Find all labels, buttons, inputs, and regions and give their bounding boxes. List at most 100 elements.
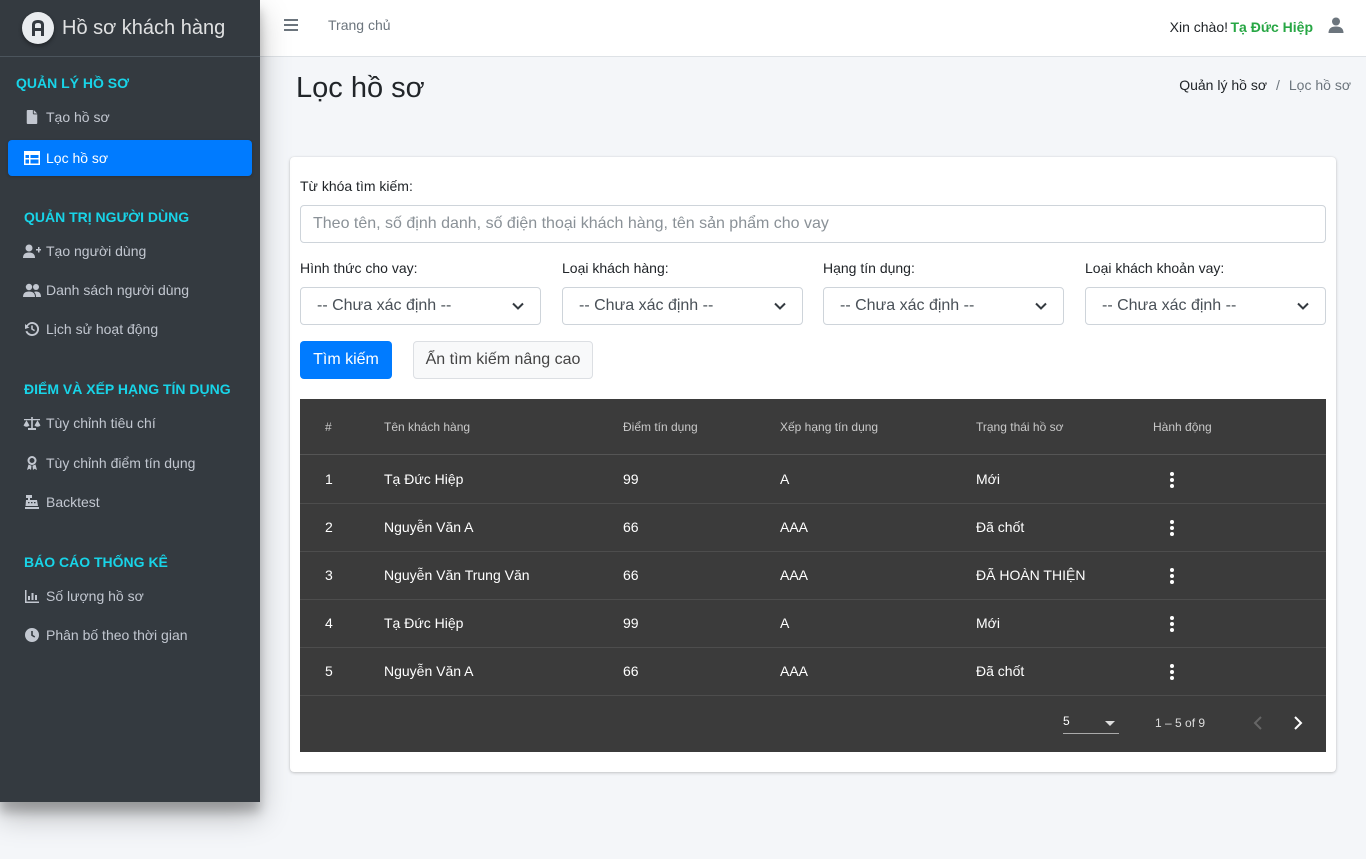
more-actions-icon[interactable] xyxy=(1162,518,1182,538)
loan-type-select[interactable]: -- Chưa xác định -- xyxy=(300,287,541,325)
more-actions-icon[interactable] xyxy=(1162,614,1182,634)
column-header-credit-rank[interactable]: Xếp hạng tín dụng xyxy=(780,420,878,434)
bar-chart-icon xyxy=(23,589,41,603)
table-row[interactable]: 2 Nguyễn Văn A 66 AAA Đã chốt xyxy=(300,504,1326,552)
sidebar-item-user-list[interactable]: Danh sách người dùng xyxy=(8,272,252,308)
cell-customer-name: Nguyễn Văn A xyxy=(384,663,474,679)
page-size-value: 5 xyxy=(1063,714,1070,728)
page-title: Lọc hồ sơ xyxy=(296,72,425,104)
sidebar-item-customize-criteria[interactable]: Tùy chỉnh tiêu chí xyxy=(8,405,252,441)
table-row[interactable]: 1 Tạ Đức Hiệp 99 A Mới xyxy=(300,456,1326,504)
brand[interactable]: Hồ sơ khách hàng xyxy=(0,0,260,57)
column-header-profile-status[interactable]: Trạng thái hồ sơ xyxy=(976,420,1063,434)
page-size-select[interactable]: 5 xyxy=(1063,714,1119,734)
cell-customer-name: Tạ Đức Hiệp xyxy=(384,471,464,487)
sidebar-item-backtest[interactable]: Backtest xyxy=(8,484,252,520)
chevron-left-icon xyxy=(1253,716,1262,730)
breadcrumb-parent-link[interactable]: Quản lý hồ sơ xyxy=(1179,77,1267,93)
toggle-advanced-search-button[interactable]: Ẩn tìm kiếm nâng cao xyxy=(413,341,593,379)
sidebar-item-customize-credit-score[interactable]: Tùy chỉnh điểm tín dụng xyxy=(8,445,252,481)
cell-credit-rank: A xyxy=(780,471,790,487)
brand-title: Hồ sơ khách hàng xyxy=(62,16,226,39)
sidebar-item-filter-profiles[interactable]: Lọc hồ sơ xyxy=(8,140,252,176)
cell-index: 3 xyxy=(325,567,333,583)
chevron-down-icon xyxy=(1297,302,1309,310)
breadcrumb-separator: / xyxy=(1276,77,1280,93)
table-header: # Tên khách hàng Điểm tín dụng Xếp hạng … xyxy=(300,399,1326,455)
sidebar-item-create-user[interactable]: Tạo người dùng xyxy=(8,233,252,269)
filter-card: Từ khóa tìm kiếm: Hình thức cho vay: Loạ… xyxy=(290,157,1336,772)
page-range-label: 1 – 5 of 9 xyxy=(1155,716,1206,730)
cell-credit-rank: A xyxy=(780,615,790,631)
loan-customer-type-label: Loại khách khoản vay: xyxy=(1085,260,1225,276)
history-icon xyxy=(23,322,41,336)
sidebar-item-create-profile[interactable]: Tạo hồ sơ xyxy=(8,99,252,135)
home-link[interactable]: Trang chủ xyxy=(328,17,391,33)
results-table: # Tên khách hàng Điểm tín dụng Xếp hạng … xyxy=(300,399,1326,752)
search-button[interactable]: Tìm kiếm xyxy=(300,341,392,379)
select-value: -- Chưa xác định -- xyxy=(840,297,975,314)
select-value: -- Chưa xác định -- xyxy=(579,297,714,314)
table-row[interactable]: 5 Nguyễn Văn A 66 AAA Đã chốt xyxy=(300,648,1326,696)
previous-page-button[interactable] xyxy=(1248,712,1268,734)
nav-header-user-admin: QUẢN TRỊ NGƯỜI DÙNG xyxy=(24,209,190,225)
user-icon[interactable] xyxy=(1328,17,1344,33)
sidebar-item-label: Tạo người dùng xyxy=(46,243,147,259)
loan-type-label: Hình thức cho vay: xyxy=(300,260,418,276)
keyword-search-input[interactable] xyxy=(300,205,1326,243)
sidebar-item-label: Tạo hồ sơ xyxy=(46,109,110,125)
chevron-right-icon xyxy=(1294,716,1303,730)
select-value: -- Chưa xác định -- xyxy=(1102,297,1237,314)
cell-index: 2 xyxy=(325,519,333,535)
next-page-button[interactable] xyxy=(1288,712,1308,734)
hamburger-menu-icon[interactable] xyxy=(284,19,298,31)
column-header-credit-score[interactable]: Điểm tín dụng xyxy=(623,420,698,434)
credit-rank-select[interactable]: -- Chưa xác định -- xyxy=(823,287,1064,325)
cell-credit-score: 66 xyxy=(623,567,639,583)
table-row[interactable]: 3 Nguyễn Văn Trung Văn 66 AAA ĐÃ HOÀN TH… xyxy=(300,552,1326,600)
sidebar-item-profile-count[interactable]: Số lượng hồ sơ xyxy=(8,578,252,614)
username-link[interactable]: Tạ Đức Hiệp xyxy=(1231,19,1314,35)
sidebar-item-label: Lịch sử hoạt động xyxy=(46,321,159,337)
cell-credit-rank: AAA xyxy=(780,519,809,535)
cell-profile-status: Đã chốt xyxy=(976,519,1025,535)
greeting-text: Xin chào! xyxy=(1169,19,1228,35)
table-row[interactable]: 4 Tạ Đức Hiệp 99 A Mới xyxy=(300,600,1326,648)
topbar: Trang chủ Xin chào! Tạ Đức Hiệp xyxy=(260,0,1366,57)
cell-customer-name: Nguyễn Văn Trung Văn xyxy=(384,567,530,583)
customer-type-select[interactable]: -- Chưa xác định -- xyxy=(562,287,803,325)
column-header-actions: Hành động xyxy=(1153,420,1212,434)
sidebar-item-label: Lọc hồ sơ xyxy=(46,150,109,166)
sidebar-item-label: Phân bố theo thời gian xyxy=(46,627,188,643)
nav-header-reports: BÁO CÁO THỐNG KÊ xyxy=(24,554,168,570)
cell-credit-score: 66 xyxy=(623,519,639,535)
more-actions-icon[interactable] xyxy=(1162,566,1182,586)
sidebar-item-time-distribution[interactable]: Phân bố theo thời gian xyxy=(8,617,252,653)
cell-credit-score: 99 xyxy=(623,471,639,487)
column-header-index[interactable]: # xyxy=(325,420,332,434)
users-icon xyxy=(23,283,41,297)
cell-customer-name: Nguyễn Văn A xyxy=(384,519,474,535)
sidebar-item-activity-history[interactable]: Lịch sử hoạt động xyxy=(8,311,252,347)
sidebar-item-label: Backtest xyxy=(46,494,100,510)
chevron-down-icon xyxy=(774,302,786,310)
user-plus-icon xyxy=(23,244,41,258)
more-actions-icon[interactable] xyxy=(1162,662,1182,682)
sidebar-item-label: Tùy chỉnh điểm tín dụng xyxy=(46,455,196,471)
paginator: 5 1 – 5 of 9 xyxy=(300,696,1326,752)
cell-index: 4 xyxy=(325,615,333,631)
clock-icon xyxy=(23,628,41,642)
file-icon xyxy=(23,110,41,124)
cell-credit-rank: AAA xyxy=(780,663,809,679)
chevron-down-icon xyxy=(1035,302,1047,310)
column-header-customer-name[interactable]: Tên khách hàng xyxy=(384,420,470,434)
loan-customer-type-select[interactable]: -- Chưa xác định -- xyxy=(1085,287,1326,325)
chevron-down-icon xyxy=(512,302,524,310)
cash-register-icon xyxy=(23,495,41,509)
cell-profile-status: Mới xyxy=(976,615,1000,631)
dropdown-arrow-icon xyxy=(1105,721,1115,726)
more-actions-icon[interactable] xyxy=(1162,470,1182,490)
sidebar-item-label: Danh sách người dùng xyxy=(46,282,190,298)
cell-credit-score: 66 xyxy=(623,663,639,679)
breadcrumb: Quản lý hồ sơ / Lọc hồ sơ xyxy=(1179,77,1351,93)
